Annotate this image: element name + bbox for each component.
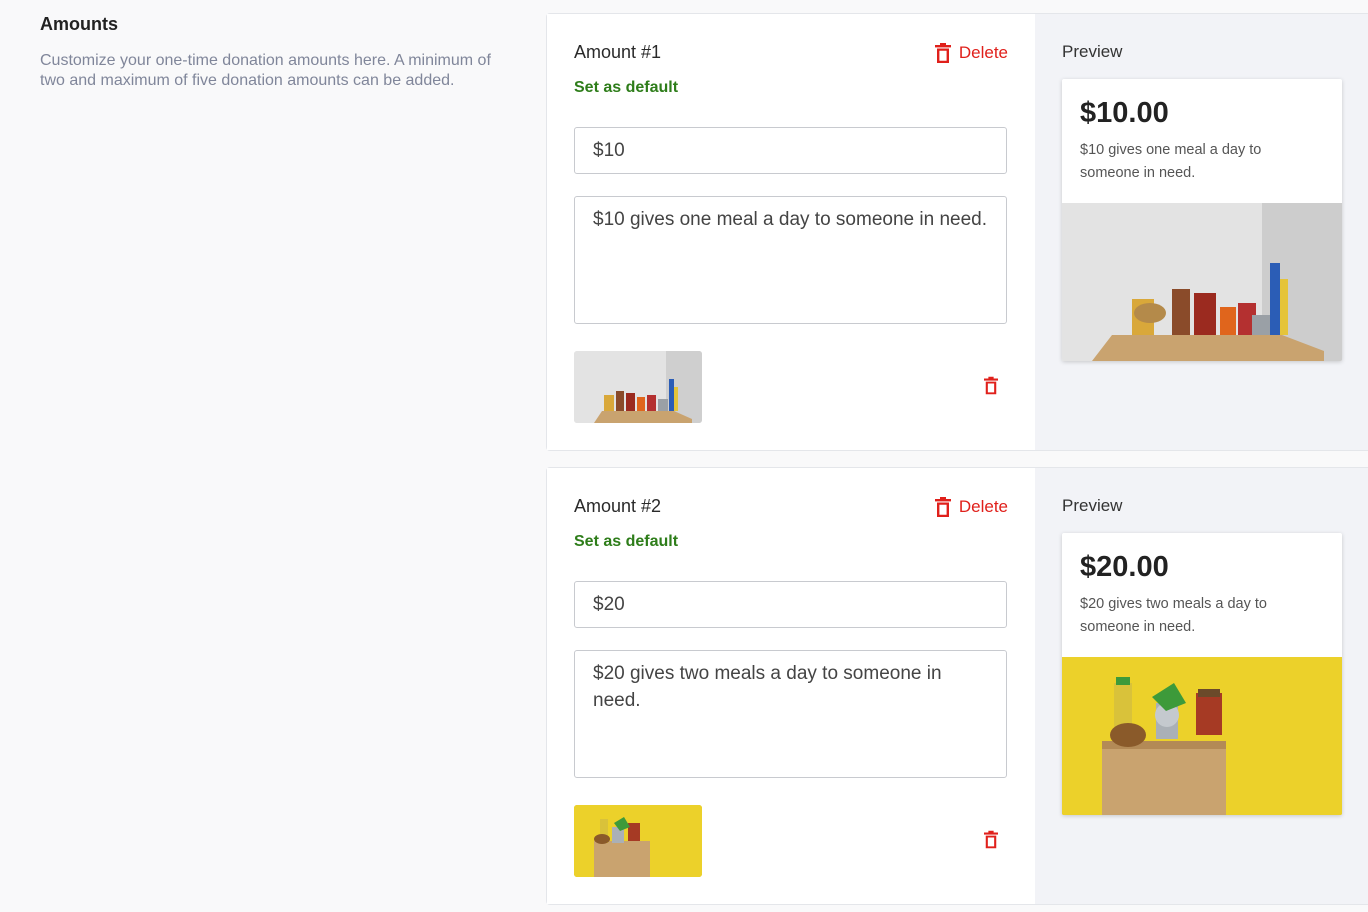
set-as-default-link[interactable]: Set as default [574,79,678,97]
yellow-food-box-thumbnail[interactable] [574,805,702,877]
preview-card: $20.00 $20 gives two meals a day to some… [1062,533,1342,815]
amount-editor-1: Amount #1 Delete Set as default $10 give… [547,14,1035,450]
amount-title: Amount #2 [574,496,662,516]
delete-image-icon[interactable] [984,830,998,849]
amount-card-2: Amount #2 Delete Set as default $20 give… [546,467,1368,905]
preview-pane-2: Preview $20.00 $20 gives two meals a day… [1035,468,1368,904]
yellow-food-box-image [1062,657,1342,815]
grey-food-box-thumbnail[interactable] [574,351,702,423]
food-box-image [1062,657,1342,815]
amount-input[interactable] [574,581,1007,628]
preview-amount: $20.00 [1080,551,1169,583]
set-as-default-link[interactable]: Set as default [574,533,678,551]
amounts-section-header: Amounts Customize your one-time donation… [40,14,520,91]
section-title: Amounts [40,14,118,34]
delete-image-icon[interactable] [984,376,998,395]
amount-title: Amount #1 [574,42,662,62]
amount-input[interactable] [574,127,1007,174]
delete-amount-button[interactable]: Delete [934,497,1008,517]
amount-description-input[interactable]: $10 gives one meal a day to someone in n… [574,196,1007,324]
amount-editor-2: Amount #2 Delete Set as default $20 give… [547,468,1035,904]
trash-icon [934,497,951,517]
food-box-image [1062,203,1342,361]
trash-icon [934,43,951,63]
preview-description: $20 gives two meals a day to someone in … [1080,596,1267,635]
delete-label: Delete [958,497,1008,516]
amount-description-input[interactable]: $20 gives two meals a day to someone in … [574,650,1007,778]
preview-card: $10.00 $10 gives one meal a day to someo… [1062,79,1342,361]
preview-label: Preview [1062,496,1123,515]
preview-description: $10 gives one meal a day to someone in n… [1080,142,1262,181]
preview-pane-1: Preview $10.00 $10 gives one meal a day … [1035,14,1368,450]
preview-amount: $10.00 [1080,97,1169,129]
food-box-image [574,351,702,423]
amount-card-1: Amount #1 Delete Set as default $10 give… [546,13,1368,451]
section-description: Customize your one-time donation amounts… [40,52,491,89]
delete-amount-button[interactable]: Delete [934,43,1008,63]
preview-label: Preview [1062,42,1123,61]
grey-food-box-image [1062,203,1342,361]
food-box-image [574,805,702,877]
delete-label: Delete [958,43,1008,62]
